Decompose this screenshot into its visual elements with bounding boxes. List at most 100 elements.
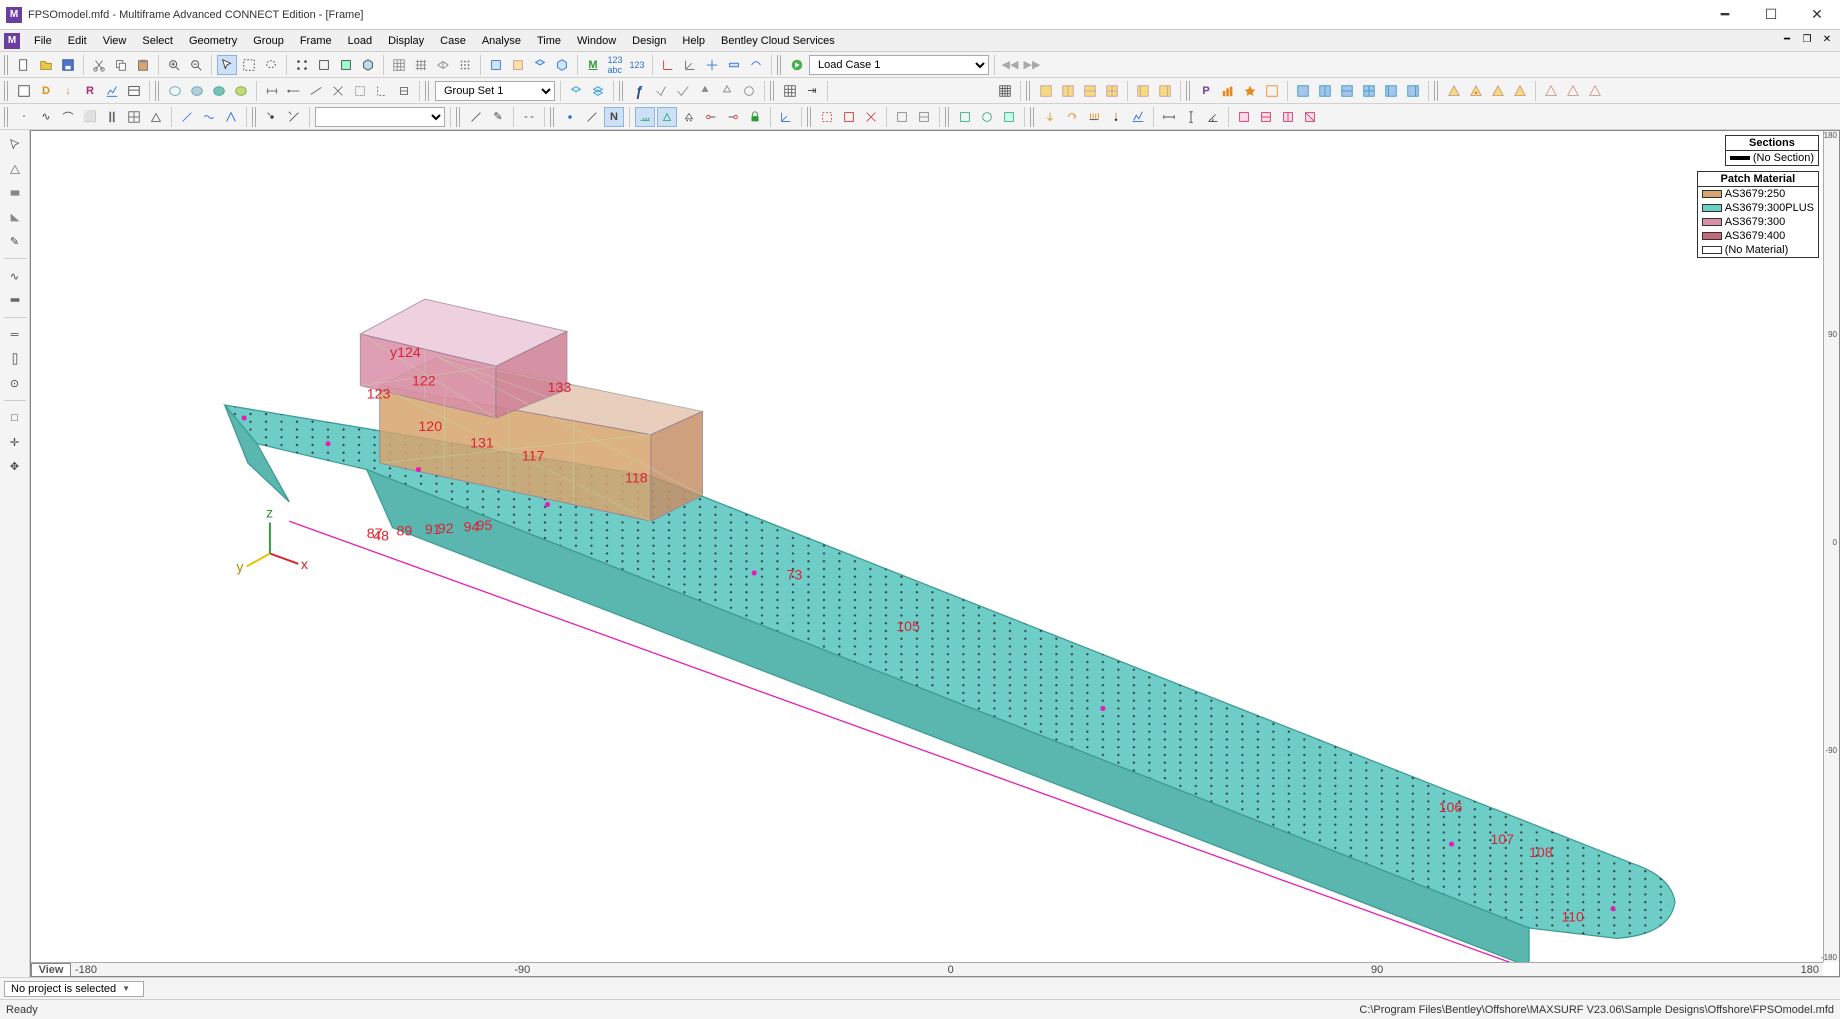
draw-break-button[interactable] bbox=[519, 107, 539, 127]
mass-button[interactable]: M bbox=[583, 55, 603, 75]
show-solids-button[interactable] bbox=[358, 55, 378, 75]
sel-rect-red-button[interactable] bbox=[817, 107, 837, 127]
project-selector-combo[interactable]: No project is selected ▼ bbox=[4, 981, 144, 997]
out-3-button[interactable] bbox=[999, 107, 1019, 127]
snap-line-button[interactable]: ∿ bbox=[36, 107, 56, 127]
dim3-button[interactable] bbox=[306, 81, 326, 101]
boxB-2-button[interactable] bbox=[1315, 81, 1335, 101]
toolbar-grip-icon[interactable] bbox=[252, 107, 258, 127]
toolbar-grip-icon[interactable] bbox=[456, 107, 462, 127]
warn-5-button[interactable] bbox=[1541, 81, 1561, 101]
support-roll-button[interactable] bbox=[679, 107, 699, 127]
axis-btn-2[interactable] bbox=[680, 55, 700, 75]
menu-display[interactable]: Display bbox=[380, 33, 432, 49]
lasso-select-button[interactable] bbox=[261, 55, 281, 75]
toolbar-grip-icon[interactable] bbox=[550, 107, 556, 127]
support-pin-button[interactable] bbox=[657, 107, 677, 127]
render-hidden-button[interactable] bbox=[187, 81, 207, 101]
menu-time[interactable]: Time bbox=[529, 33, 569, 49]
zoom-out-button[interactable] bbox=[186, 55, 206, 75]
toolbar-grip-icon[interactable] bbox=[1186, 81, 1192, 101]
load-node-button[interactable] bbox=[1106, 107, 1126, 127]
render-wire-button[interactable] bbox=[165, 81, 185, 101]
window-geom-button[interactable]: D bbox=[36, 81, 56, 101]
pal-wedge-button[interactable] bbox=[4, 206, 26, 228]
pal-curve-button[interactable]: ∿ bbox=[4, 265, 26, 287]
pick-line-button[interactable] bbox=[284, 107, 304, 127]
toolbar-grip-icon[interactable] bbox=[807, 107, 813, 127]
toolbar-grip-icon[interactable] bbox=[4, 107, 10, 127]
out-2-button[interactable] bbox=[977, 107, 997, 127]
table-button[interactable] bbox=[780, 81, 800, 101]
show-surfaces-button[interactable] bbox=[336, 55, 356, 75]
model-viewport[interactable]: 105 73 106 107 108 110 117 118 120 122 1… bbox=[30, 130, 1840, 977]
pal-h-button[interactable]: ═ bbox=[4, 324, 26, 346]
boxY-1-button[interactable] bbox=[1036, 81, 1056, 101]
an3-button[interactable] bbox=[673, 81, 693, 101]
layer-1-button[interactable] bbox=[566, 81, 586, 101]
view-tab[interactable]: View bbox=[31, 963, 71, 976]
shape-star-button[interactable] bbox=[1240, 81, 1260, 101]
view-front-button[interactable] bbox=[486, 55, 506, 75]
snap-column-button[interactable] bbox=[102, 107, 122, 127]
window-result-button[interactable]: R bbox=[80, 81, 100, 101]
an2-button[interactable] bbox=[651, 81, 671, 101]
warn-2-button[interactable] bbox=[1466, 81, 1486, 101]
toolbar-grip-icon[interactable] bbox=[1026, 81, 1032, 101]
menu-design[interactable]: Design bbox=[624, 33, 674, 49]
numeric-1-button[interactable]: 123abc bbox=[605, 55, 625, 75]
warn-3-button[interactable] bbox=[1488, 81, 1508, 101]
menu-analyse[interactable]: Analyse bbox=[474, 33, 529, 49]
pal-pen-button[interactable]: ✎ bbox=[4, 230, 26, 252]
pal-arrow-button[interactable] bbox=[4, 134, 26, 156]
load-dist-button[interactable] bbox=[1084, 107, 1104, 127]
axis-btn-1[interactable] bbox=[658, 55, 678, 75]
pal-move-button[interactable]: ✥ bbox=[4, 455, 26, 477]
view-side-button[interactable] bbox=[508, 55, 528, 75]
boxB-6-button[interactable] bbox=[1403, 81, 1423, 101]
diag-1-button[interactable] bbox=[582, 107, 602, 127]
dim-lx-button[interactable] bbox=[1159, 107, 1179, 127]
more-1-button[interactable] bbox=[724, 55, 744, 75]
draw-line-button[interactable] bbox=[466, 107, 486, 127]
res-chart-button[interactable] bbox=[1128, 107, 1148, 127]
more-2-button[interactable] bbox=[746, 55, 766, 75]
window-frame-button[interactable] bbox=[14, 81, 34, 101]
dim-ly-button[interactable] bbox=[1181, 107, 1201, 127]
grid-iso-button[interactable] bbox=[433, 55, 453, 75]
boxY-4-button[interactable] bbox=[1102, 81, 1122, 101]
dot-1-button[interactable] bbox=[560, 107, 580, 127]
menu-geometry[interactable]: Geometry bbox=[181, 33, 245, 49]
shape-grid-button[interactable] bbox=[1262, 81, 1282, 101]
load-vert-button[interactable] bbox=[1040, 107, 1060, 127]
zoom-in-button[interactable] bbox=[164, 55, 184, 75]
save-file-button[interactable] bbox=[58, 55, 78, 75]
rect-select-button[interactable] bbox=[239, 55, 259, 75]
boxB-4-button[interactable] bbox=[1359, 81, 1379, 101]
paste-button[interactable] bbox=[133, 55, 153, 75]
surfR-2-button[interactable] bbox=[1256, 107, 1276, 127]
view-iso-button[interactable] bbox=[552, 55, 572, 75]
warn-7-button[interactable] bbox=[1585, 81, 1605, 101]
pal-dot-button[interactable]: ⊙ bbox=[4, 372, 26, 394]
pick-combo[interactable] bbox=[315, 107, 445, 127]
snap-tri-button[interactable] bbox=[146, 107, 166, 127]
toolbar-grip-icon[interactable] bbox=[770, 81, 776, 101]
dim4-button[interactable] bbox=[328, 81, 348, 101]
layer-2-button[interactable] bbox=[588, 81, 608, 101]
menu-window[interactable]: Window bbox=[569, 33, 624, 49]
menu-edit[interactable]: Edit bbox=[60, 33, 95, 49]
snap-arch-button[interactable]: ⌒ bbox=[58, 107, 78, 127]
toolbar-grip-icon[interactable] bbox=[1434, 81, 1440, 101]
grid-button[interactable] bbox=[389, 55, 409, 75]
copy-button[interactable] bbox=[111, 55, 131, 75]
window-load-button[interactable]: ↓ bbox=[58, 81, 78, 101]
dim6-button[interactable] bbox=[372, 81, 392, 101]
surfR-3-button[interactable] bbox=[1278, 107, 1298, 127]
next-case-button[interactable]: ▶▶ bbox=[1022, 55, 1042, 75]
dim-ang-button[interactable] bbox=[1203, 107, 1223, 127]
support-fix-button[interactable] bbox=[635, 107, 655, 127]
select-arrow-button[interactable] bbox=[217, 55, 237, 75]
shape-chart-button[interactable] bbox=[1218, 81, 1238, 101]
warn-4-button[interactable] bbox=[1510, 81, 1530, 101]
